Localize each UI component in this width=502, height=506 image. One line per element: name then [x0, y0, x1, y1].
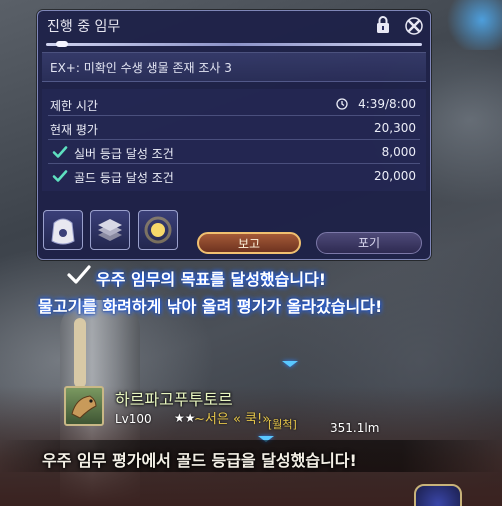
report-button[interactable]: 보고	[197, 232, 301, 254]
enemy-distance: 351.1lm	[330, 421, 380, 435]
character-strap	[74, 318, 86, 388]
row-silver-condition: 실버 등급 달성 조건 8,000	[48, 141, 420, 163]
check-icon	[67, 265, 91, 284]
enemy-name: 하르파고푸투토르	[115, 390, 233, 409]
row-divider	[48, 115, 420, 116]
enemy-stars: ★★	[174, 411, 196, 425]
giveup-button[interactable]: 포기	[316, 232, 422, 254]
row-divider	[48, 163, 420, 164]
quest-subtitle: EX+: 미확인 수생 생물 존재 조사 3	[50, 61, 232, 75]
row-label: 골드 등급 달성 조건	[74, 171, 174, 185]
background-glow	[442, 0, 502, 50]
notice-score-raised: 물고기를 화려하게 낚아 올려 평가가 올라갔습니다!	[38, 297, 383, 316]
chat-overlay-text: ~서은 « 쿡!»	[194, 412, 271, 427]
check-icon	[52, 170, 68, 182]
fish-icon	[71, 395, 97, 419]
lock-icon[interactable]	[373, 15, 393, 35]
row-gold-condition: 골드 등급 달성 조건 20,000	[48, 165, 420, 187]
quest-subtitle-bar: EX+: 미확인 수생 생물 존재 조사 3	[42, 52, 426, 82]
title-divider-mark	[56, 41, 68, 47]
title-divider	[46, 43, 422, 46]
row-value: 4:39/8:00	[358, 97, 416, 111]
quest-window: 진행 중 임무 EX+: 미확인 수생 생물 존재 조사 3 제한 시간 4:3…	[37, 10, 431, 260]
row-current-score: 현재 평가 20,300	[48, 117, 420, 139]
quest-info-area: 제한 시간 4:39/8:00 현재 평가 20,300 실버 등급 달성 조건…	[42, 89, 426, 191]
notice-gold-achieved: 우주 임무 평가에서 골드 등급을 달성했습니다!	[42, 451, 357, 470]
notice-text: 우주 임무의 목표를 달성했습니다!	[96, 270, 327, 289]
quest-window-title: 진행 중 임무	[47, 19, 121, 35]
orb-icon	[144, 216, 172, 244]
bag-icon	[51, 218, 75, 245]
enemy-level: Lv100	[115, 412, 152, 426]
enemy-portrait[interactable]	[64, 386, 104, 426]
enemy-tag: [월척]	[268, 418, 297, 431]
row-label: 실버 등급 달성 조건	[74, 147, 174, 161]
reward-slot-1[interactable]	[43, 210, 83, 250]
target-marker-icon	[282, 361, 298, 367]
row-value: 20,300	[374, 121, 416, 135]
row-label: 제한 시간	[50, 99, 98, 113]
row-value: 20,000	[374, 169, 416, 183]
reward-slot-3[interactable]	[138, 210, 178, 250]
emblem-icon	[414, 484, 462, 506]
row-time-limit: 제한 시간 4:39/8:00	[48, 93, 420, 115]
close-icon[interactable]	[404, 16, 424, 36]
row-value: 8,000	[381, 145, 416, 159]
row-label: 현재 평가	[50, 123, 98, 137]
reward-slot-2[interactable]	[90, 210, 130, 250]
clock-icon	[336, 98, 348, 110]
stack-icon	[98, 219, 122, 241]
row-divider	[48, 139, 420, 140]
check-icon	[52, 146, 68, 158]
